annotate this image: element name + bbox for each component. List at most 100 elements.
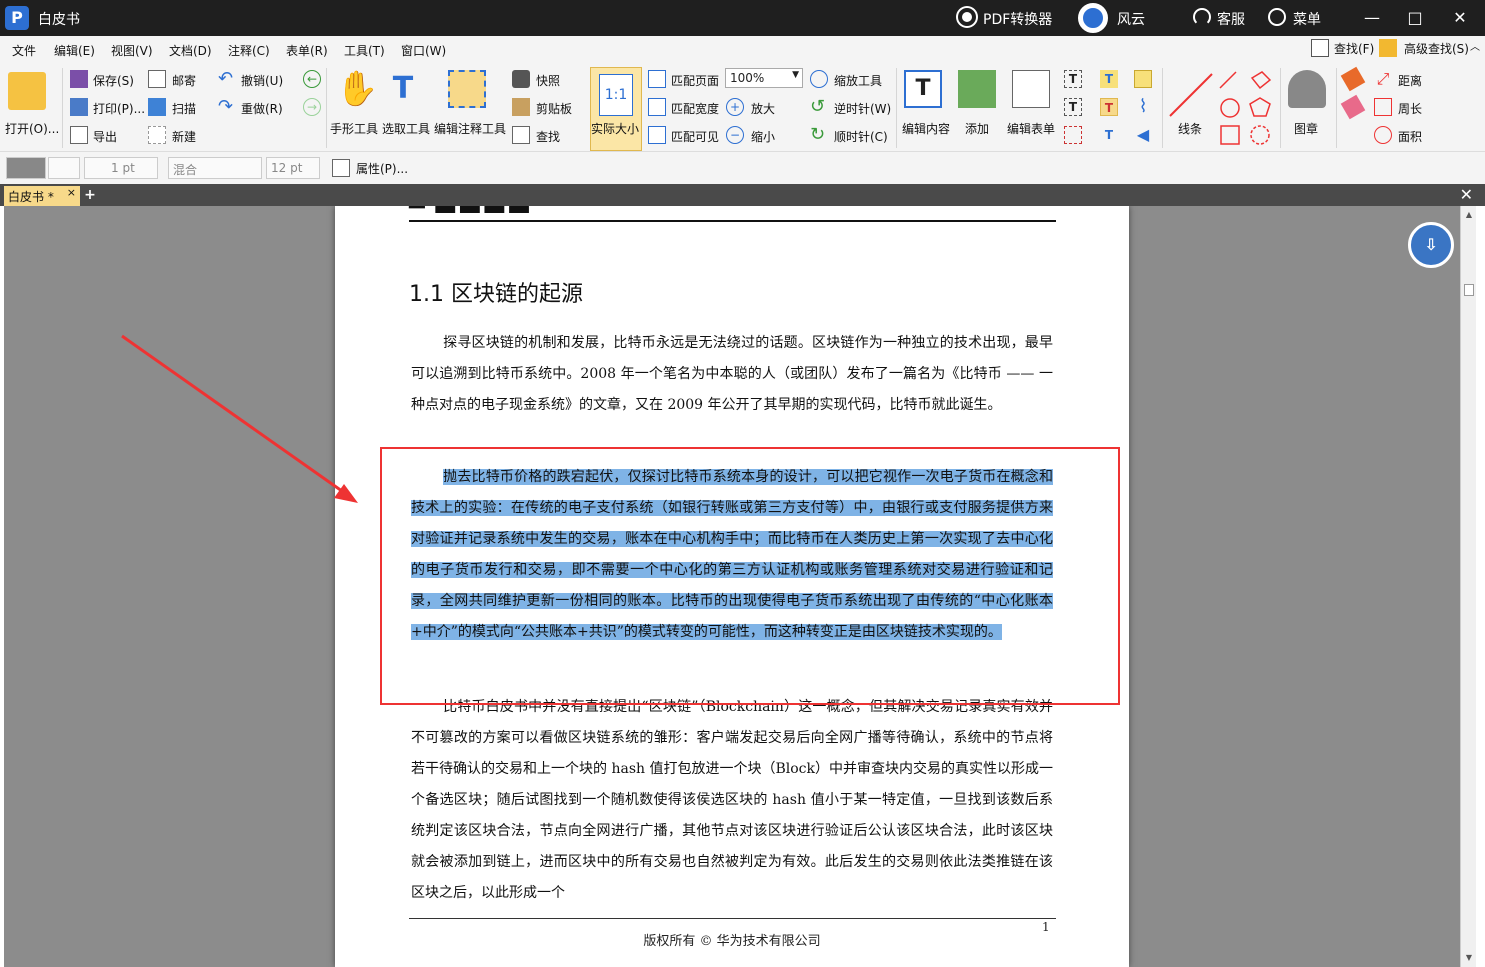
lines-button[interactable]: 线条 bbox=[1178, 120, 1202, 137]
menu-button[interactable]: 菜单 bbox=[1293, 9, 1321, 29]
pdf-converter-icon[interactable] bbox=[958, 8, 976, 26]
rotate-cw-icon[interactable]: ↻ bbox=[810, 126, 828, 144]
minimize-icon[interactable]: — bbox=[1360, 6, 1384, 30]
crop-icon[interactable] bbox=[1064, 126, 1082, 144]
collapse-ribbon-icon[interactable]: ︿ bbox=[1470, 38, 1480, 53]
mail-icon[interactable] bbox=[148, 70, 166, 88]
maximize-icon[interactable]: □ bbox=[1403, 6, 1427, 30]
scroll-up-icon[interactable]: ▲ bbox=[1461, 208, 1477, 222]
fit-page-icon[interactable] bbox=[648, 70, 666, 88]
shapes-palette[interactable] bbox=[1218, 70, 1278, 148]
line-tool-icon[interactable] bbox=[1168, 70, 1214, 120]
sound-icon[interactable]: ◀ bbox=[1134, 126, 1152, 144]
service-button[interactable]: 客服 bbox=[1217, 9, 1245, 29]
add-image-icon[interactable] bbox=[958, 70, 996, 108]
tab-close-icon[interactable]: × bbox=[67, 186, 76, 199]
select-text-icon[interactable]: T bbox=[384, 70, 422, 108]
fit-width-button[interactable]: 匹配宽度 bbox=[671, 100, 719, 117]
save-icon[interactable] bbox=[70, 70, 88, 88]
scroll-thumb[interactable] bbox=[1464, 284, 1474, 296]
camera-icon[interactable] bbox=[512, 70, 530, 88]
headset-icon[interactable] bbox=[1193, 8, 1211, 26]
menu-document[interactable]: 文档(D) bbox=[169, 42, 212, 59]
ellipse-shape-icon[interactable] bbox=[1220, 98, 1240, 118]
arrow-shape-icon[interactable] bbox=[1219, 71, 1237, 89]
properties-button[interactable]: 属性(P)... bbox=[356, 160, 408, 177]
redo-button[interactable]: 重做(R) bbox=[241, 100, 283, 117]
zoom-select[interactable]: 100% ▼ bbox=[725, 68, 803, 88]
redo-icon[interactable]: ↷ bbox=[218, 98, 236, 116]
line-width-select[interactable]: 1 pt bbox=[84, 157, 158, 179]
zoom-out-button[interactable]: 缩小 bbox=[751, 128, 775, 145]
scan-icon[interactable] bbox=[148, 98, 166, 116]
rotate-ccw-icon[interactable]: ↺ bbox=[810, 98, 828, 116]
scroll-down-icon[interactable]: ▼ bbox=[1461, 951, 1477, 965]
text-field-icon[interactable]: T bbox=[1064, 70, 1082, 88]
undo-button[interactable]: 撤销(U) bbox=[241, 72, 283, 89]
font-size-select[interactable]: 12 pt bbox=[266, 157, 320, 179]
strikeout-text-icon[interactable]: T bbox=[1100, 98, 1118, 116]
hand-tool-button[interactable]: 手形工具 bbox=[330, 120, 378, 137]
fit-page-button[interactable]: 匹配页面 bbox=[671, 72, 719, 89]
advanced-find-icon[interactable] bbox=[1379, 39, 1397, 57]
zoom-out-icon[interactable]: − bbox=[726, 126, 744, 144]
polyline-shape-icon[interactable] bbox=[1250, 71, 1272, 90]
forward-icon[interactable]: → bbox=[303, 98, 321, 116]
edit-content-icon[interactable]: T bbox=[904, 70, 942, 108]
search-icon[interactable] bbox=[512, 126, 530, 144]
perimeter-button[interactable]: 周长 bbox=[1398, 100, 1422, 117]
attachment-icon[interactable]: ⌇ bbox=[1134, 98, 1152, 116]
find-button[interactable]: 查找(F) bbox=[1334, 40, 1374, 57]
fill-color-picker[interactable] bbox=[6, 157, 46, 179]
edit-annotation-icon[interactable] bbox=[448, 70, 486, 108]
zoom-in-button[interactable]: 放大 bbox=[751, 100, 775, 117]
clipboard-icon[interactable] bbox=[512, 98, 530, 116]
paragraph-1[interactable]: 探寻区块链的机制和发展，比特币永远是无法绕过的话题。区块链作为一种独立的技术出现… bbox=[411, 328, 1053, 421]
zoom-tool-button[interactable]: 缩放工具 bbox=[834, 72, 882, 89]
menu-view[interactable]: 视图(V) bbox=[111, 42, 153, 59]
scan-button[interactable]: 扫描 bbox=[172, 100, 196, 117]
polygon-shape-icon[interactable] bbox=[1249, 97, 1271, 117]
document-workspace[interactable]: ━ ▬▬▬▬ 1.1 区块链的起源 探寻区块链的机制和发展，比特币永远是无法绕过… bbox=[4, 206, 1460, 967]
clipboard-button[interactable]: 剪贴板 bbox=[536, 100, 572, 117]
underline-text-icon[interactable]: T bbox=[1100, 126, 1118, 144]
mail-button[interactable]: 邮寄 bbox=[172, 72, 196, 89]
select-tool-button[interactable]: 选取工具 bbox=[382, 120, 430, 137]
area-button[interactable]: 面积 bbox=[1398, 128, 1422, 145]
open-button[interactable]: 打开(O)... bbox=[5, 120, 59, 137]
fengyun-icon[interactable] bbox=[1078, 3, 1108, 33]
advanced-find-button[interactable]: 高级查找(S) bbox=[1404, 40, 1469, 57]
undo-icon[interactable]: ↶ bbox=[218, 70, 236, 88]
edit-annotation-tool-button[interactable]: 编辑注释工具 bbox=[434, 120, 506, 137]
menu-window[interactable]: 窗口(W) bbox=[401, 42, 446, 59]
blend-mode-select[interactable]: 混合 bbox=[168, 157, 262, 179]
cloud-shape-icon[interactable] bbox=[1250, 125, 1270, 145]
zoom-in-icon[interactable]: + bbox=[726, 98, 744, 116]
pdf-converter-button[interactable]: PDF转换器 bbox=[983, 9, 1052, 29]
menu-edit[interactable]: 编辑(E) bbox=[54, 42, 95, 59]
note-icon[interactable] bbox=[1134, 70, 1152, 88]
fengyun-button[interactable]: 风云 bbox=[1117, 9, 1145, 29]
find-icon[interactable] bbox=[1311, 39, 1329, 57]
add-tab-button[interactable]: + bbox=[82, 187, 98, 203]
zoom-tool-icon[interactable] bbox=[810, 70, 828, 88]
actual-size-button[interactable]: 1:1 实际大小 bbox=[590, 67, 642, 151]
distance-button[interactable]: 距离 bbox=[1398, 72, 1422, 89]
export-icon[interactable] bbox=[70, 126, 88, 144]
stroke-color-picker[interactable] bbox=[48, 157, 80, 179]
stamp-icon[interactable] bbox=[1288, 70, 1326, 108]
close-window-icon[interactable]: ✕ bbox=[1448, 6, 1472, 30]
rotate-ccw-button[interactable]: 逆时针(W) bbox=[834, 100, 891, 117]
area-icon[interactable] bbox=[1374, 126, 1392, 144]
edit-content-button[interactable]: 编辑内容 bbox=[902, 120, 950, 137]
fit-visible-button[interactable]: 匹配可见 bbox=[671, 128, 719, 145]
tab-whitepaper[interactable]: 白皮书 * × bbox=[4, 186, 80, 206]
rotate-cw-button[interactable]: 顺时针(C) bbox=[834, 128, 888, 145]
eraser-icon[interactable] bbox=[1340, 94, 1366, 120]
add-button[interactable]: 添加 bbox=[965, 120, 989, 137]
pencil-icon[interactable] bbox=[1340, 66, 1366, 92]
properties-icon[interactable] bbox=[332, 159, 350, 177]
open-folder-icon[interactable] bbox=[8, 72, 46, 110]
menu-form[interactable]: 表单(R) bbox=[286, 42, 328, 59]
print-button[interactable]: 打印(P)... bbox=[93, 100, 145, 117]
